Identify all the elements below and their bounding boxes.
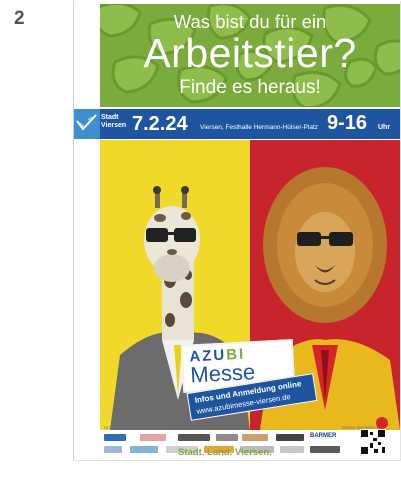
sponsor-barmer: BARMER xyxy=(310,433,337,439)
sponsor-logo xyxy=(130,446,158,453)
sponsor-logo xyxy=(104,434,126,441)
sponsor-logo xyxy=(276,434,304,441)
event-time-unit: Uhr xyxy=(378,124,391,131)
city-logo-icon xyxy=(74,109,100,139)
credit-left: Unsere Kooperations-Partner xyxy=(104,425,163,430)
sponsor-logo xyxy=(242,434,268,441)
sponsor-logo xyxy=(310,446,340,453)
sponsor-logo xyxy=(104,446,122,453)
sponsor-logo xyxy=(216,434,238,441)
page-number: 2 xyxy=(14,8,25,29)
sponsor-logo xyxy=(178,434,210,441)
sponsor-logo xyxy=(280,446,304,453)
qr-code-icon xyxy=(360,417,388,455)
hero-banner: Was bist du für ein Arbeitstier? Finde e… xyxy=(100,4,400,107)
headline-sub: Finde es heraus! xyxy=(179,77,321,98)
event-time: 9-16 xyxy=(327,112,368,134)
event-venue: Viersen, Festhalle Hermann-Hülser-Platz xyxy=(200,124,319,131)
city-label: Stadt Viersen xyxy=(101,114,127,129)
sponsor-logo xyxy=(140,434,166,441)
slogan: Stadt. Land. Viersen. xyxy=(178,447,272,458)
event-date: 7.2.24 xyxy=(132,113,188,135)
headline-main: Arbeitstier? xyxy=(143,30,357,76)
event-poster: Was bist du für ein Arbeitstier? Finde e… xyxy=(73,1,401,461)
event-info-band: Stadt Viersen 7.2.24 Viersen, Festhalle … xyxy=(74,109,400,139)
